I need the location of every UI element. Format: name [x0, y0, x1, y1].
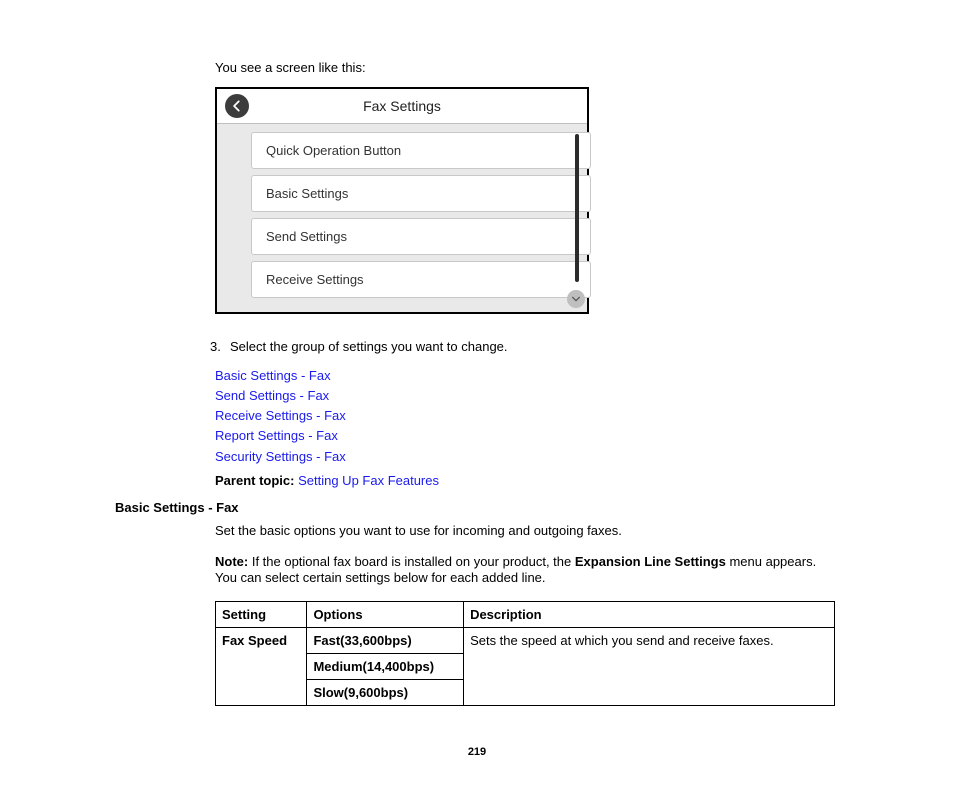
section-body: Set the basic options you want to use fo…: [215, 523, 839, 540]
option-medium: Medium(14,400bps): [313, 659, 434, 674]
section-heading: Basic Settings - Fax: [115, 500, 839, 515]
topic-links: Basic Settings - Fax Send Settings - Fax…: [215, 366, 839, 467]
link-receive-settings[interactable]: Receive Settings - Fax: [215, 406, 839, 426]
th-setting: Setting: [216, 602, 307, 628]
link-send-settings[interactable]: Send Settings - Fax: [215, 386, 839, 406]
step-3: 3. Select the group of settings you want…: [210, 339, 839, 354]
setting-name: Fax Speed: [222, 633, 287, 648]
option-slow: Slow(9,600bps): [313, 685, 408, 700]
device-title: Fax Settings: [217, 98, 587, 114]
td-setting: Fax Speed: [216, 628, 307, 706]
note-text-before: If the optional fax board is installed o…: [248, 554, 575, 569]
device-menu: Quick Operation Button Basic Settings Se…: [217, 124, 587, 312]
table-row: Fax Speed Fast(33,600bps) Sets the speed…: [216, 628, 835, 654]
link-report-settings[interactable]: Report Settings - Fax: [215, 426, 839, 446]
th-description: Description: [464, 602, 835, 628]
page-number: 219: [115, 746, 839, 758]
note-label: Note:: [215, 554, 248, 569]
scroll-down-icon: [567, 290, 585, 308]
parent-topic: Parent topic: Setting Up Fax Features: [215, 473, 839, 488]
th-options: Options: [307, 602, 464, 628]
note: Note: If the optional fax board is insta…: [215, 554, 839, 588]
device-screenshot: Fax Settings Quick Operation Button Basi…: [215, 87, 589, 314]
td-option: Slow(9,600bps): [307, 680, 464, 706]
step-text: Select the group of settings you want to…: [230, 339, 508, 354]
td-option: Medium(14,400bps): [307, 654, 464, 680]
intro-text: You see a screen like this:: [215, 60, 839, 75]
td-description: Sets the speed at which you send and rec…: [464, 628, 835, 706]
scrollbar: [575, 134, 579, 282]
parent-topic-label: Parent topic:: [215, 473, 294, 488]
step-number: 3.: [210, 339, 230, 354]
parent-topic-link[interactable]: Setting Up Fax Features: [298, 473, 439, 488]
note-bold: Expansion Line Settings: [575, 554, 726, 569]
menu-item: Send Settings: [251, 218, 591, 255]
device-header: Fax Settings: [217, 89, 587, 124]
td-option: Fast(33,600bps): [307, 628, 464, 654]
menu-item: Basic Settings: [251, 175, 591, 212]
menu-item: Receive Settings: [251, 261, 591, 298]
link-basic-settings[interactable]: Basic Settings - Fax: [215, 366, 839, 386]
option-fast: Fast(33,600bps): [313, 633, 411, 648]
settings-table: Setting Options Description Fax Speed Fa…: [215, 601, 835, 706]
link-security-settings[interactable]: Security Settings - Fax: [215, 447, 839, 467]
table-header-row: Setting Options Description: [216, 602, 835, 628]
menu-item: Quick Operation Button: [251, 132, 591, 169]
